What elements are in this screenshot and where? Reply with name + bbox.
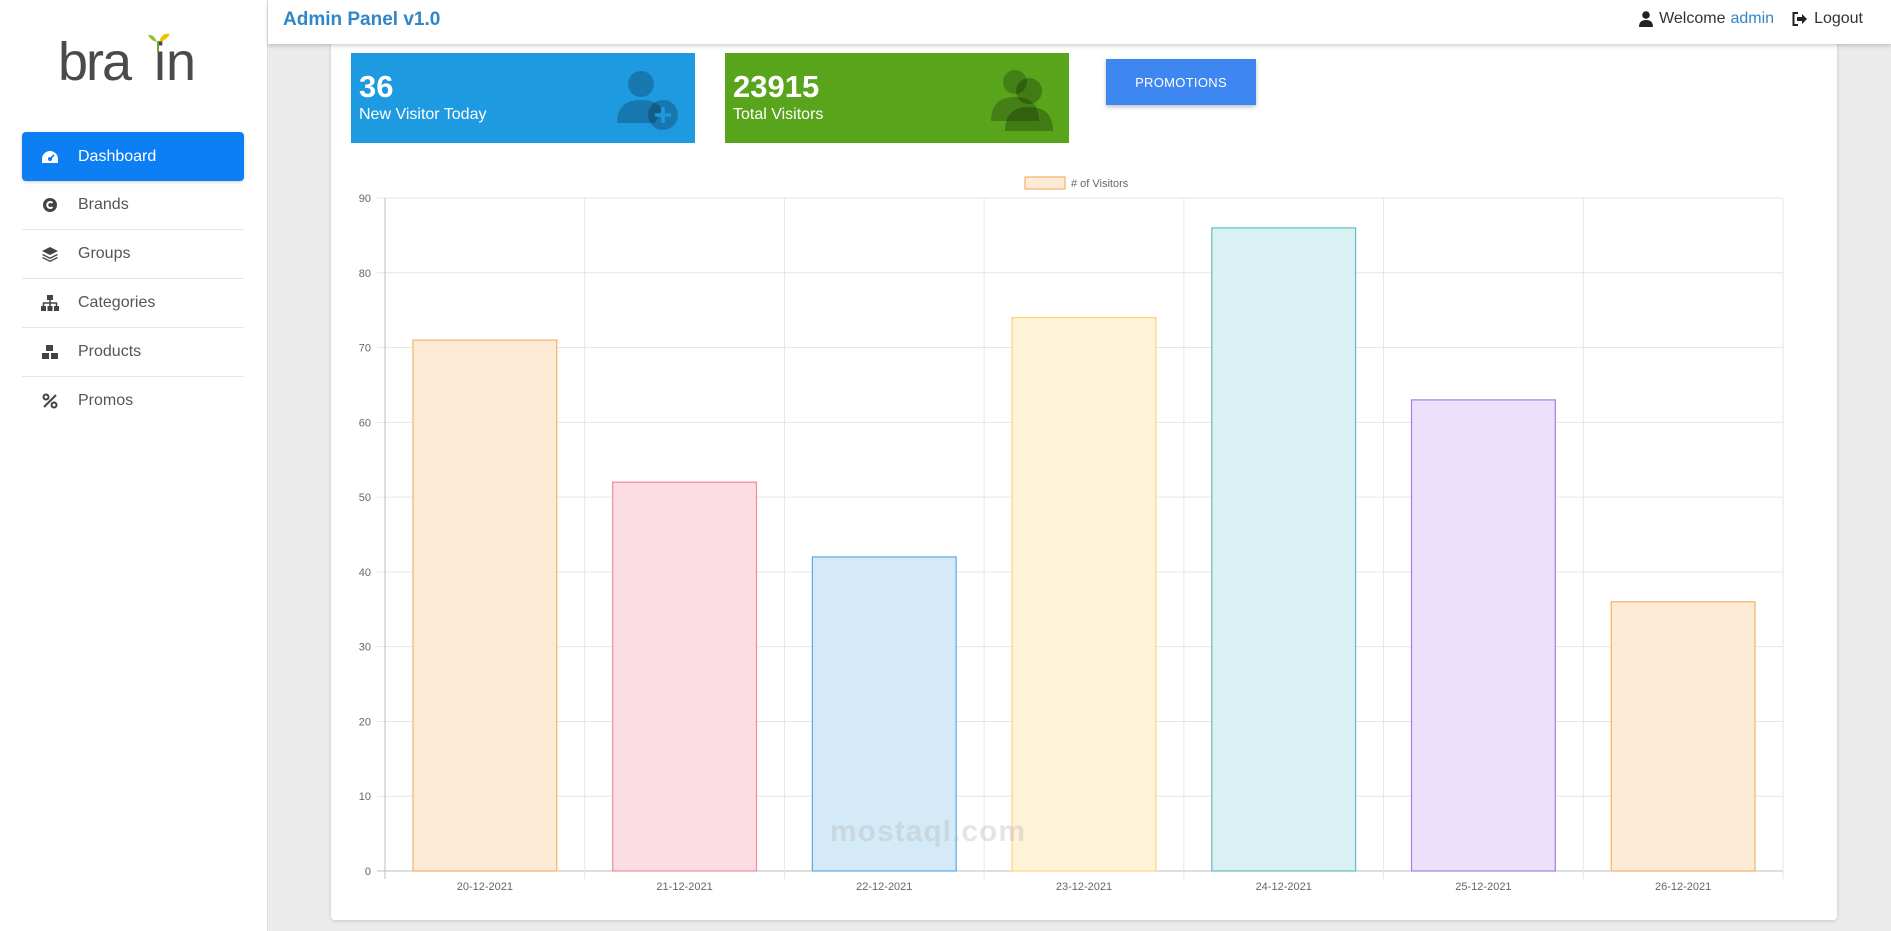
- legend-swatch: [1024, 176, 1066, 190]
- x-tick-label: 22-12-2021: [856, 881, 912, 893]
- bar: [1410, 399, 1556, 872]
- x-tick-label: 23-12-2021: [1056, 881, 1112, 893]
- bar: [612, 481, 758, 872]
- x-tick-label: 26-12-2021: [1655, 881, 1711, 893]
- sidebar-item-label: Brands: [78, 196, 129, 213]
- bar: [412, 339, 558, 872]
- visitors-bar-chart: 0 10 20 30 40 50 60 70 80 90 20-12-2021 21-12-2021 2…: [359, 176, 1784, 893]
- y-tick-label: 40: [359, 567, 371, 579]
- sidebar-item-promos[interactable]: Promos: [22, 377, 244, 425]
- x-tick-label: 21-12-2021: [656, 881, 712, 893]
- sidebar-item-products[interactable]: Products: [22, 328, 244, 377]
- y-tick-label: 70: [359, 343, 371, 355]
- header-user-area: Welcome admin Logout: [1639, 10, 1863, 28]
- sidebar-item-label: Products: [78, 343, 142, 360]
- sidebar-item-label: Groups: [78, 245, 131, 262]
- bar: [1011, 317, 1157, 872]
- copyright-icon: [40, 195, 60, 215]
- x-tick-label: 24-12-2021: [1256, 881, 1312, 893]
- welcome-label: Welcome: [1659, 10, 1726, 27]
- logout-button[interactable]: Logout: [1792, 10, 1863, 28]
- sidebar-item-label: Dashboard: [78, 147, 157, 165]
- bar: [811, 556, 957, 872]
- y-tick-label: 80: [359, 268, 371, 280]
- dashboard-icon: [40, 147, 60, 167]
- bar: [1211, 227, 1357, 872]
- sidebar-item-label: Promos: [78, 392, 134, 409]
- bar: [1610, 601, 1756, 872]
- sitemap-icon: [40, 293, 60, 313]
- y-tick-label: 90: [359, 193, 371, 205]
- svg-text:bra: bra: [58, 32, 133, 90]
- x-tick-label: 20-12-2021: [457, 881, 513, 893]
- sidebar-item-brands[interactable]: Brands: [22, 181, 244, 230]
- username-link[interactable]: admin: [1730, 10, 1774, 28]
- y-tick-label: 50: [359, 492, 371, 504]
- boxes-icon: [40, 342, 60, 362]
- logout-icon: [1792, 12, 1808, 26]
- percent-icon: [40, 391, 60, 411]
- y-tick-label: 20: [359, 716, 371, 728]
- sidebar-item-label: Categories: [78, 294, 156, 311]
- y-tick-label: 10: [359, 791, 371, 803]
- sidebar-item-categories[interactable]: Categories: [22, 279, 244, 328]
- y-tick-label: 0: [365, 866, 371, 878]
- logout-label: Logout: [1814, 10, 1863, 27]
- y-tick-label: 30: [359, 642, 371, 654]
- sidebar-item-dashboard[interactable]: Dashboard: [22, 132, 244, 181]
- x-tick-label: 25-12-2021: [1455, 881, 1511, 893]
- sidebar-nav: Dashboard Brands Groups Categories Produ…: [22, 132, 244, 425]
- app-title[interactable]: Admin Panel v1.0: [283, 9, 440, 31]
- sidebar: bra in Dashboard Brands Groups Categorie…: [0, 0, 268, 931]
- y-tick-label: 60: [359, 417, 371, 429]
- user-icon: [1639, 11, 1654, 27]
- welcome-text: Welcome admin: [1639, 10, 1774, 28]
- brain-logo: bra in: [58, 32, 196, 90]
- sidebar-item-groups[interactable]: Groups: [22, 230, 244, 279]
- legend-label: # of Visitors: [1071, 178, 1129, 190]
- top-header: Admin Panel v1.0 Welcome admin Logout: [268, 0, 1891, 44]
- dashboard-card: 36 New Visitor Today 23915 Total Visitor…: [331, 44, 1837, 920]
- layers-icon: [40, 244, 60, 264]
